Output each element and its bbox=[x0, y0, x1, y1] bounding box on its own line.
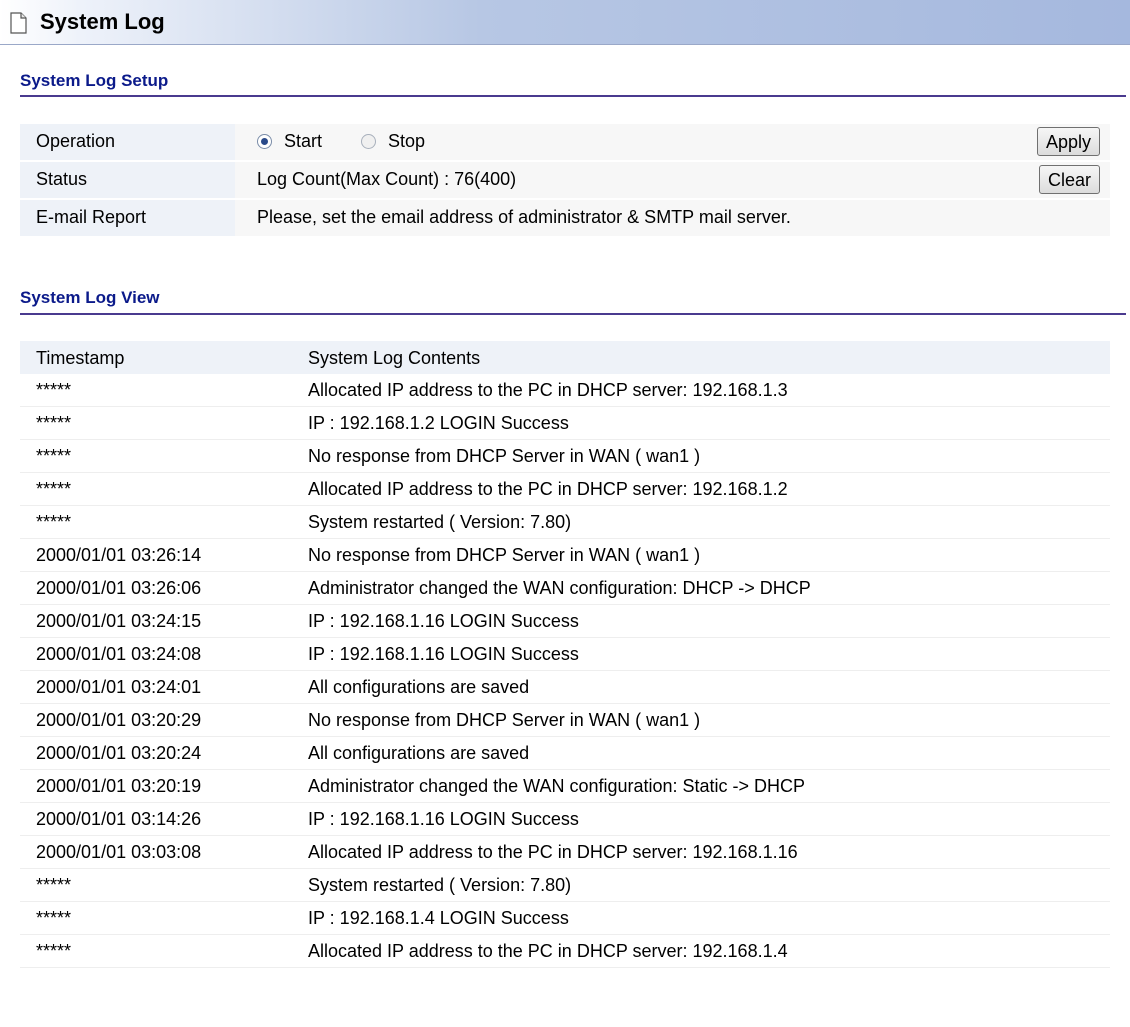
setup-section-title: System Log Setup bbox=[20, 71, 169, 90]
start-option[interactable]: Start bbox=[257, 124, 322, 158]
log-timestamp: 2000/01/01 03:20:29 bbox=[36, 710, 202, 730]
log-row: 2000/01/01 03:24:15 IP : 192.168.1.16 LOG… bbox=[20, 605, 1110, 638]
log-timestamp: ***** bbox=[36, 446, 72, 466]
log-row: ***** Allocated IP address to the PC in D… bbox=[20, 935, 1110, 968]
page-header: System Log bbox=[0, 0, 1130, 45]
start-radio[interactable] bbox=[257, 134, 272, 149]
log-content: System restarted ( Version: 7.80) bbox=[308, 875, 572, 895]
log-content: Allocated IP address to the PC in DHCP s… bbox=[308, 941, 788, 961]
log-content: All configurations are saved bbox=[308, 743, 530, 763]
operation-row: Operation Start Stop Apply bbox=[20, 124, 1110, 162]
log-table-header: Timestamp System Log Contents bbox=[20, 341, 1110, 374]
contents-column-header: System Log Contents bbox=[308, 348, 481, 368]
log-timestamp: ***** bbox=[36, 380, 72, 400]
log-row: 2000/01/01 03:24:01 All configurations ar… bbox=[20, 671, 1110, 704]
status-label: Status bbox=[20, 162, 235, 198]
apply-button[interactable]: Apply bbox=[1036, 127, 1100, 156]
log-content: IP : 192.168.1.16 LOGIN Success bbox=[308, 809, 579, 829]
log-timestamp: ***** bbox=[36, 941, 72, 961]
log-content: No response from DHCP Server in WAN ( wa… bbox=[308, 545, 701, 565]
log-row: ***** No response from DHCP Server in WAN… bbox=[20, 440, 1110, 473]
log-row: ***** System restarted ( Version: 7.80) bbox=[20, 506, 1110, 539]
log-timestamp: ***** bbox=[36, 413, 72, 433]
log-row: 2000/01/01 03:26:06 Administrator changed… bbox=[20, 572, 1110, 605]
setup-table: Operation Start Stop Apply Status Log Co… bbox=[20, 124, 1110, 238]
log-row: ***** IP : 192.168.1.2 LOGIN Success bbox=[20, 407, 1110, 440]
log-row: ***** Allocated IP address to the PC in D… bbox=[20, 473, 1110, 506]
log-row: ***** System restarted ( Version: 7.80) bbox=[20, 869, 1110, 902]
clear-button[interactable]: Clear bbox=[1038, 165, 1100, 194]
log-row: 2000/01/01 03:20:19 Administrator changed… bbox=[20, 770, 1110, 803]
operation-value: Start Stop Apply bbox=[235, 124, 1110, 160]
log-timestamp: 2000/01/01 03:03:08 bbox=[36, 842, 202, 862]
log-content: IP : 192.168.1.16 LOGIN Success bbox=[308, 611, 579, 631]
log-row: 2000/01/01 03:24:08 IP : 192.168.1.16 LOG… bbox=[20, 638, 1110, 671]
log-timestamp: ***** bbox=[36, 512, 72, 532]
log-row: 2000/01/01 03:20:24 All configurations ar… bbox=[20, 737, 1110, 770]
log-content: IP : 192.168.1.4 LOGIN Success bbox=[308, 908, 569, 928]
log-content: Allocated IP address to the PC in DHCP s… bbox=[308, 842, 798, 862]
log-content: Administrator changed the WAN configurat… bbox=[308, 776, 806, 796]
log-content: System restarted ( Version: 7.80) bbox=[308, 512, 572, 532]
log-timestamp: 2000/01/01 03:14:26 bbox=[36, 809, 202, 829]
log-table-body: ***** Allocated IP address to the PC in D… bbox=[20, 374, 1110, 968]
log-content: IP : 192.168.1.16 LOGIN Success bbox=[308, 644, 579, 664]
log-timestamp: 2000/01/01 03:24:15 bbox=[36, 611, 202, 631]
page-icon bbox=[10, 12, 27, 34]
log-table: Timestamp System Log Contents ***** Alloc… bbox=[20, 341, 1110, 968]
log-content: Allocated IP address to the PC in DHCP s… bbox=[308, 479, 788, 499]
log-content: No response from DHCP Server in WAN ( wa… bbox=[308, 710, 701, 730]
log-timestamp: 2000/01/01 03:24:08 bbox=[36, 644, 202, 664]
start-label: Start bbox=[284, 131, 323, 151]
stop-option[interactable]: Stop bbox=[361, 124, 425, 158]
timestamp-column-header: Timestamp bbox=[36, 348, 125, 368]
email-report-value: Please, set the email address of adminis… bbox=[235, 200, 1110, 236]
log-section-divider bbox=[20, 313, 1126, 315]
log-content: No response from DHCP Server in WAN ( wa… bbox=[308, 446, 701, 466]
log-timestamp: 2000/01/01 03:20:19 bbox=[36, 776, 202, 796]
log-row: 2000/01/01 03:14:26 IP : 192.168.1.16 LOG… bbox=[20, 803, 1110, 836]
log-timestamp: 2000/01/01 03:26:06 bbox=[36, 578, 202, 598]
log-content: IP : 192.168.1.2 LOGIN Success bbox=[308, 413, 569, 433]
log-timestamp: 2000/01/01 03:24:01 bbox=[36, 677, 202, 697]
log-timestamp: 2000/01/01 03:20:24 bbox=[36, 743, 202, 763]
stop-radio[interactable] bbox=[361, 134, 377, 149]
log-row: 2000/01/01 03:26:14 No response from DHCP… bbox=[20, 539, 1110, 572]
log-count-text: Log Count(Max Count) : 76(400) bbox=[257, 169, 517, 189]
log-timestamp: ***** bbox=[36, 908, 72, 928]
log-row: ***** IP : 192.168.1.4 LOGIN Success bbox=[20, 902, 1110, 935]
log-section-title: System Log View bbox=[20, 288, 160, 307]
log-content: Administrator changed the WAN configurat… bbox=[308, 578, 811, 598]
operation-label: Operation bbox=[20, 124, 235, 160]
log-timestamp: 2000/01/01 03:26:14 bbox=[36, 545, 202, 565]
email-report-label: E-mail Report bbox=[20, 200, 235, 236]
log-content: Allocated IP address to the PC in DHCP s… bbox=[308, 380, 788, 400]
page-title: System Log bbox=[40, 9, 165, 34]
log-timestamp: ***** bbox=[36, 479, 72, 499]
log-row: ***** Allocated IP address to the PC in D… bbox=[20, 374, 1110, 407]
status-value: Log Count(Max Count) : 76(400) Clear bbox=[235, 162, 1110, 198]
log-row: 2000/01/01 03:03:08 Allocated IP address … bbox=[20, 836, 1110, 869]
email-report-row: E-mail Report Please, set the email addr… bbox=[20, 200, 1110, 238]
log-row: 2000/01/01 03:20:29 No response from DHCP… bbox=[20, 704, 1110, 737]
log-timestamp: ***** bbox=[36, 875, 72, 895]
status-row: Status Log Count(Max Count) : 76(400) Cl… bbox=[20, 162, 1110, 200]
log-content: All configurations are saved bbox=[308, 677, 530, 697]
stop-label: Stop bbox=[388, 131, 426, 151]
setup-section-divider bbox=[20, 95, 1126, 97]
